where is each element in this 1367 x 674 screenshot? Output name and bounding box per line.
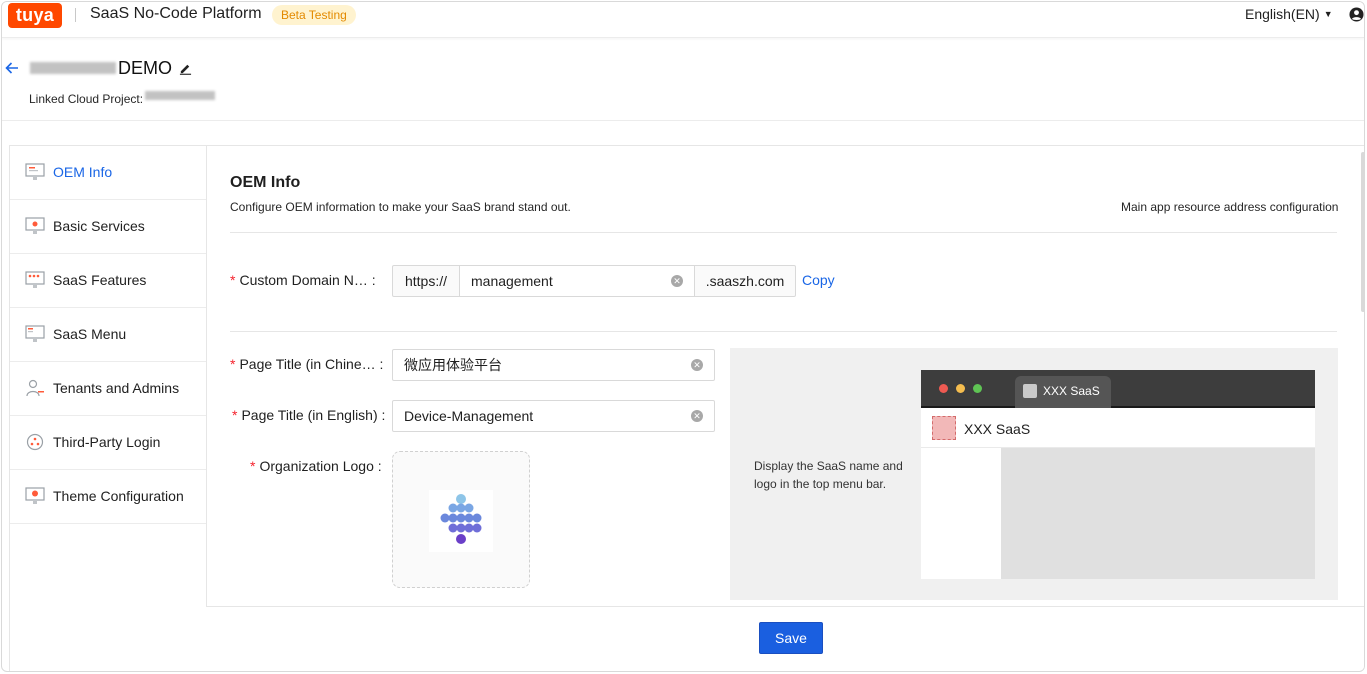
custom-domain-label: * Custom Domain N… : [230,272,376,288]
section-title: OEM Info [230,174,301,191]
preview-sidebar [921,448,1001,579]
caret-down-icon: ▼ [1323,9,1333,19]
sidebar-item-tenants-and-admins[interactable]: Tenants and Admins [10,362,206,416]
preview-content [1001,448,1315,579]
sidebar-item-label: Third-Party Login [53,434,161,450]
preview-header: XXX SaaS [921,410,1315,448]
app-window: tuya SaaS No-Code Platform Beta Testing … [1,1,1365,672]
logo-upload[interactable] [392,451,530,588]
edit-icon[interactable] [179,62,192,75]
menu-icon [25,325,45,342]
top-bar: tuya SaaS No-Code Platform Beta Testing … [2,2,1364,38]
user-avatar-icon[interactable] [1349,7,1364,22]
maximize-dot [973,384,982,393]
browser-titlebar: XXX SaaS [921,370,1315,408]
resource-config-link[interactable]: Main app resource address configuration [1121,200,1338,214]
divider [230,331,1337,332]
browser-tab-title: XXX SaaS [1043,384,1100,398]
sidebar-item-label: OEM Info [53,164,113,180]
sidebar-item-label: Theme Configuration [53,488,184,504]
field-label: Organization Logo : [259,458,382,474]
services-icon [25,217,45,234]
preview-description: Display the SaaS name and logo in the to… [754,459,903,491]
section-description: Configure OEM information to make your S… [230,200,571,214]
tuya-logo[interactable]: tuya [8,3,62,28]
scrollbar[interactable] [1361,152,1364,312]
field-label: Custom Domain N… : [239,272,376,288]
page-title-en-input[interactable]: Device-Management [392,400,715,432]
domain-input-value: management [471,273,553,289]
redacted-project-name [30,62,116,74]
sidebar-item-label: Basic Services [53,218,145,234]
user-icon [26,379,44,397]
domain-input[interactable]: management [459,265,695,297]
platform-name: SaaS No-Code Platform [90,5,262,22]
preview-header-title: XXX SaaS [964,421,1031,437]
sidebar-item-label: SaaS Features [53,272,147,288]
theme-icon [25,487,45,504]
monitor-icon [25,163,45,180]
page-title-cn-input[interactable]: 微应用体验平台 [392,349,715,381]
page-title-cn-label: * Page Title (in Chine… : [230,356,383,372]
sidebar-item-theme-configuration[interactable]: Theme Configuration [10,470,206,524]
save-button[interactable]: Save [759,622,823,654]
copy-link[interactable]: Copy [802,272,835,288]
logo-placeholder-icon [932,416,956,440]
minimize-dot [956,384,965,393]
domain-suffix: .saaszh.com [694,265,796,297]
required-mark: * [232,407,238,423]
field-label: Page Title (in English) : [241,407,386,423]
share-icon [26,433,44,451]
clear-icon[interactable]: ✕ [671,275,683,287]
sidebar-item-oem-info[interactable]: OEM Info [10,146,206,200]
divider [230,232,1337,233]
required-mark: * [250,458,256,474]
required-mark: * [230,272,236,288]
page-title-en-value: Device-Management [404,408,534,424]
divider [75,8,76,22]
browser-mockup: XXX SaaS XXX SaaS [921,370,1315,579]
sidebar-item-label: Tenants and Admins [53,380,180,396]
domain-prefix: https:// [392,265,460,297]
field-label: Page Title (in Chine… : [239,356,384,372]
beta-badge: Beta Testing [272,5,356,25]
browser-tab: XXX SaaS [1015,376,1111,408]
organization-logo-image [429,490,493,552]
page-title-cn-value: 微应用体验平台 [404,357,502,373]
sidebar-item-saas-features[interactable]: SaaS Features [10,254,206,308]
page-title-en-label: * Page Title (in English) : [232,407,385,423]
close-dot [939,384,948,393]
required-mark: * [230,356,236,372]
organization-logo-label: * Organization Logo : [250,458,382,474]
settings-sidebar: OEM Info Basic Services SaaS Features Sa… [9,145,207,671]
sidebar-item-saas-menu[interactable]: SaaS Menu [10,308,206,362]
clear-icon[interactable]: ✕ [691,359,703,371]
sidebar-item-label: SaaS Menu [53,326,127,342]
sidebar-item-basic-services[interactable]: Basic Services [10,200,206,254]
favicon-icon [1023,384,1037,398]
language-selector[interactable]: English(EN) ▼ [1245,6,1333,22]
sidebar-item-third-party-login[interactable]: Third-Party Login [10,416,206,470]
language-label: English(EN) [1245,6,1320,22]
redacted-project-id [145,91,215,100]
linked-project-label: Linked Cloud Project: [29,92,144,106]
features-icon [25,271,45,288]
page-title: DEMO [118,58,172,78]
back-arrow-icon[interactable] [4,60,20,76]
divider [2,120,1364,121]
clear-icon[interactable]: ✕ [691,410,703,422]
